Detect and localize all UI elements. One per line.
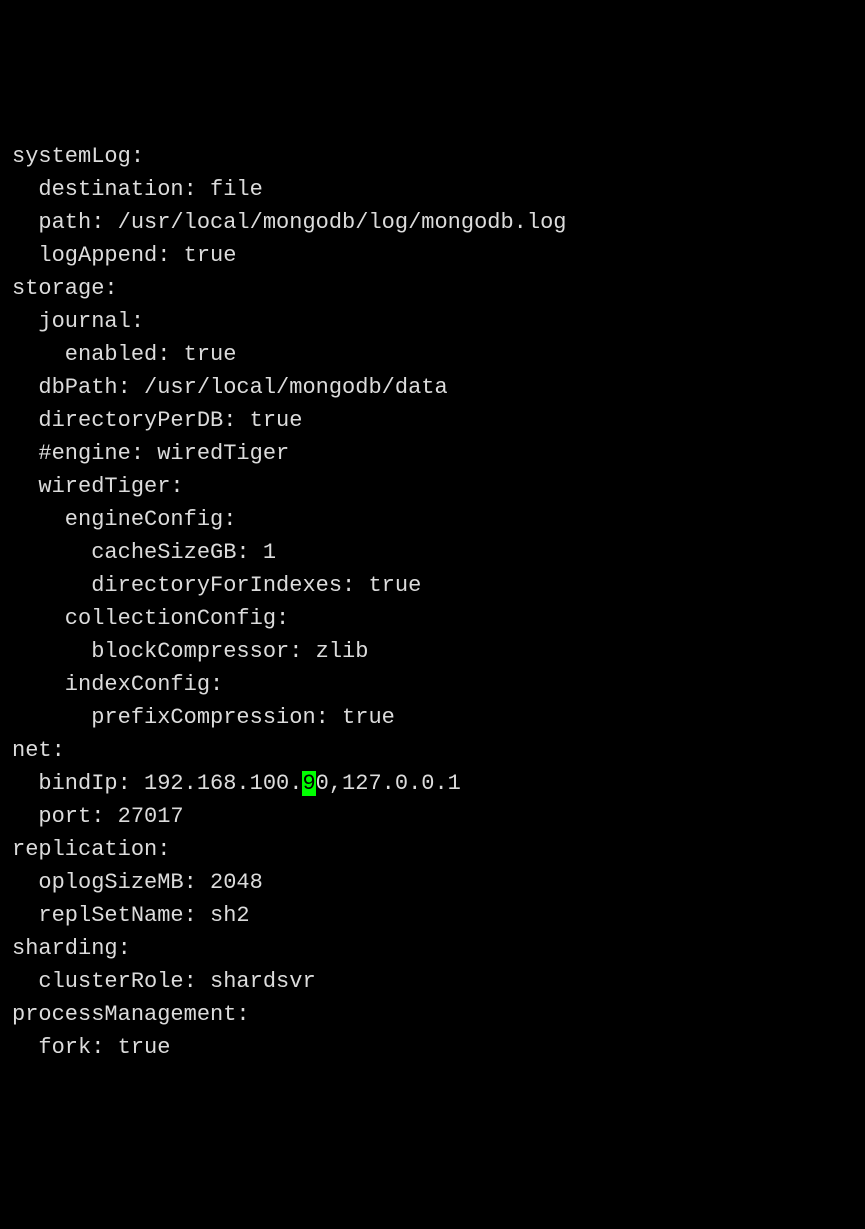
bindip-prefix: bindIp: 192.168.100. (12, 771, 302, 796)
terminal-editor[interactable]: systemLog: destination: file path: /usr/… (12, 140, 853, 1064)
config-line: storage: (12, 276, 118, 301)
config-line: collectionConfig: (12, 606, 289, 631)
bindip-suffix: 0,127.0.0.1 (316, 771, 461, 796)
config-line: port: 27017 (12, 804, 184, 829)
config-line: fork: true (12, 1035, 170, 1060)
config-line: oplogSizeMB: 2048 (12, 870, 263, 895)
config-line: replSetName: sh2 (12, 903, 250, 928)
config-line: blockCompressor: zlib (12, 639, 368, 664)
config-line: path: /usr/local/mongodb/log/mongodb.log (12, 210, 567, 235)
config-line: replication: (12, 837, 170, 862)
config-line: logAppend: true (12, 243, 236, 268)
config-line: wiredTiger: (12, 474, 184, 499)
config-line: directoryForIndexes: true (12, 573, 421, 598)
config-line: engineConfig: (12, 507, 236, 532)
config-line: dbPath: /usr/local/mongodb/data (12, 375, 448, 400)
config-line: clusterRole: shardsvr (12, 969, 316, 994)
config-line: net: (12, 738, 65, 763)
config-line: destination: file (12, 177, 263, 202)
config-line: sharding: (12, 936, 131, 961)
config-line: indexConfig: (12, 672, 223, 697)
config-line: bindIp: 192.168.100.90,127.0.0.1 (12, 771, 461, 796)
terminal-cursor: 9 (302, 771, 315, 796)
config-line: systemLog: (12, 144, 144, 169)
config-line: journal: (12, 309, 144, 334)
config-line: enabled: true (12, 342, 236, 367)
config-line: processManagement: (12, 1002, 250, 1027)
config-line: cacheSizeGB: 1 (12, 540, 276, 565)
config-line: prefixCompression: true (12, 705, 395, 730)
config-line: #engine: wiredTiger (12, 441, 289, 466)
config-line: directoryPerDB: true (12, 408, 302, 433)
